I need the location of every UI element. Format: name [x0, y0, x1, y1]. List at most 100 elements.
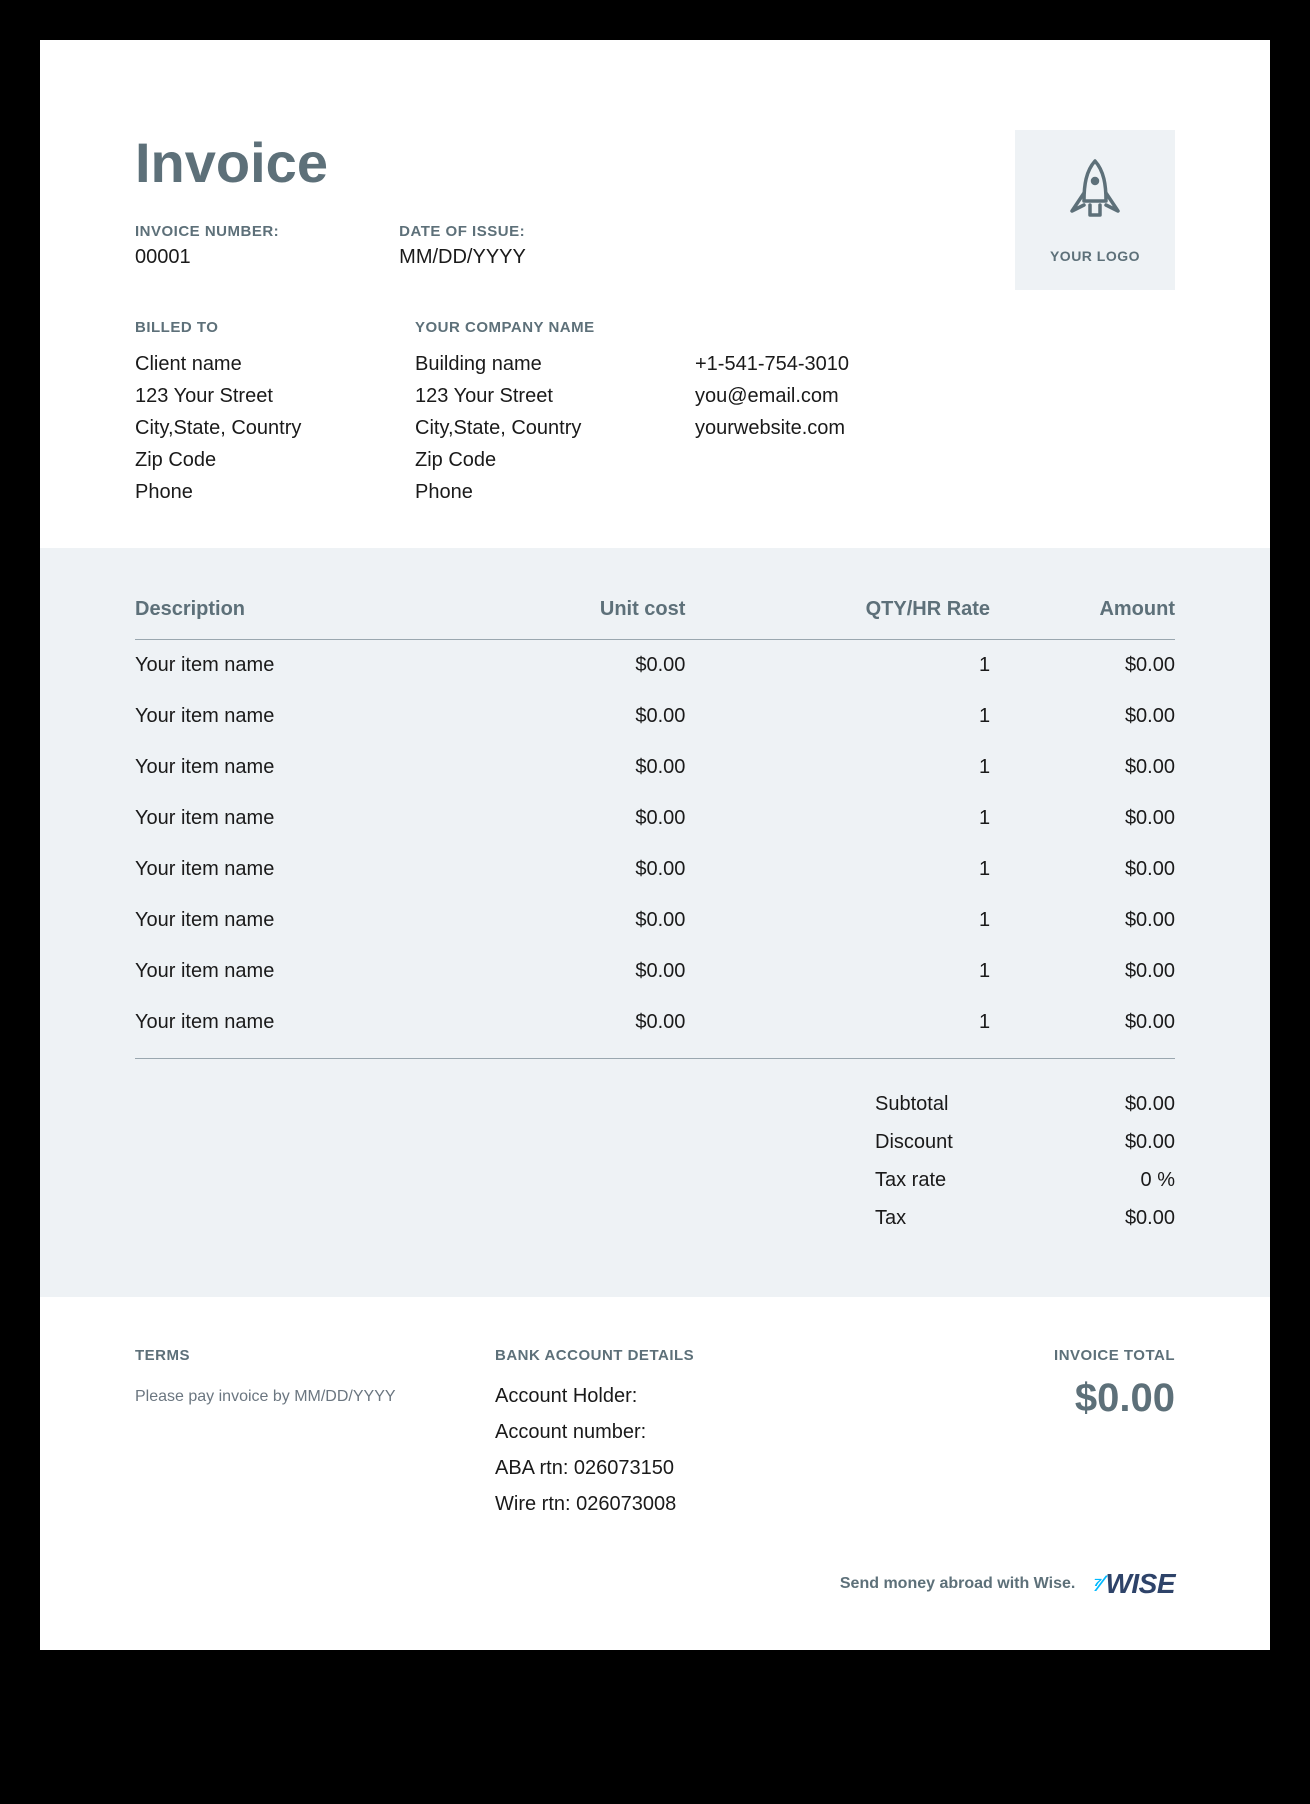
billed-to-l3: City,State, Country [135, 412, 355, 444]
item-amount: $0.00 [990, 691, 1175, 742]
tax-value: $0.00 [1055, 1199, 1175, 1237]
invoice-total-label: INVOICE TOTAL [855, 1347, 1175, 1364]
taxrate-value: 0 % [1055, 1161, 1175, 1199]
table-header-row: Description Unit cost QTY/HR Rate Amount [135, 598, 1175, 640]
totals-block: Subtotal $0.00 Discount $0.00 Tax rate 0… [135, 1085, 1175, 1237]
table-row: Your item name$0.001$0.00 [135, 844, 1175, 895]
discount-value: $0.00 [1055, 1123, 1175, 1161]
taxrate-label: Tax rate [875, 1161, 1055, 1199]
invoice-total-value: $0.00 [855, 1376, 1175, 1421]
date-block: DATE OF ISSUE: MM/DD/YYYY [399, 223, 526, 269]
subtotal-row: Subtotal $0.00 [135, 1085, 1175, 1123]
terms-label: TERMS [135, 1347, 455, 1364]
terms-column: TERMS Please pay invoice by MM/DD/YYYY [135, 1347, 455, 1520]
bank-label: BANK ACCOUNT DETAILS [495, 1347, 815, 1364]
company-l2: 123 Your Street [415, 380, 635, 412]
subtotal-value: $0.00 [1055, 1085, 1175, 1123]
items-section: Description Unit cost QTY/HR Rate Amount… [40, 548, 1270, 1297]
billed-to-l4: Zip Code [135, 444, 355, 476]
logo-caption: YOUR LOGO [1050, 248, 1140, 264]
item-unit: $0.00 [476, 946, 685, 997]
item-amount: $0.00 [990, 895, 1175, 946]
item-desc: Your item name [135, 793, 476, 844]
item-unit: $0.00 [476, 895, 685, 946]
logo-placeholder: YOUR LOGO [1015, 130, 1175, 290]
terms-text: Please pay invoice by MM/DD/YYYY [135, 1388, 455, 1406]
item-unit: $0.00 [476, 640, 685, 692]
wise-wordmark: WISE [1105, 1568, 1175, 1600]
billed-to-l2: 123 Your Street [135, 380, 355, 412]
contact-column: +1-541-754-3010 you@email.com yourwebsit… [695, 319, 915, 508]
contact-phone: +1-541-754-3010 [695, 348, 915, 380]
bank-holder: Account Holder: [495, 1380, 815, 1412]
table-row: Your item name$0.001$0.00 [135, 946, 1175, 997]
item-qty: 1 [685, 997, 990, 1048]
company-l1: Building name [415, 348, 635, 380]
item-qty: 1 [685, 895, 990, 946]
invoice-page: Invoice INVOICE NUMBER: 00001 DATE OF IS… [40, 40, 1270, 1650]
item-qty: 1 [685, 640, 990, 692]
billed-to-l5: Phone [135, 476, 355, 508]
item-amount: $0.00 [990, 793, 1175, 844]
col-unit-cost: Unit cost [476, 598, 685, 640]
col-description: Description [135, 598, 476, 640]
billed-to-label: BILLED TO [135, 319, 355, 336]
addresses: BILLED TO Client name 123 Your Street Ci… [135, 319, 1175, 508]
item-amount: $0.00 [990, 844, 1175, 895]
wise-tagline: Send money abroad with Wise. [840, 1575, 1075, 1593]
item-desc: Your item name [135, 844, 476, 895]
company-l3: City,State, Country [415, 412, 635, 444]
bank-aba: ABA rtn: 026073150 [495, 1452, 815, 1484]
wise-logo: ⁷⁄ WISE [1093, 1568, 1175, 1600]
item-desc: Your item name [135, 895, 476, 946]
bank-number: Account number: [495, 1416, 815, 1448]
tax-label: Tax [875, 1199, 1055, 1237]
item-desc: Your item name [135, 946, 476, 997]
items-table: Description Unit cost QTY/HR Rate Amount… [135, 598, 1175, 1048]
contact-web: yourwebsite.com [695, 412, 915, 444]
item-amount: $0.00 [990, 742, 1175, 793]
col-qty: QTY/HR Rate [685, 598, 990, 640]
item-qty: 1 [685, 844, 990, 895]
item-desc: Your item name [135, 742, 476, 793]
invoice-number-value: 00001 [135, 246, 279, 269]
item-amount: $0.00 [990, 640, 1175, 692]
date-label: DATE OF ISSUE: [399, 223, 526, 240]
wise-row: Send money abroad with Wise. ⁷⁄ WISE [40, 1560, 1270, 1650]
company-label: YOUR COMPANY NAME [415, 319, 635, 336]
item-unit: $0.00 [476, 844, 685, 895]
invoice-number-label: INVOICE NUMBER: [135, 223, 279, 240]
item-unit: $0.00 [476, 691, 685, 742]
company-l5: Phone [415, 476, 635, 508]
item-qty: 1 [685, 946, 990, 997]
item-unit: $0.00 [476, 742, 685, 793]
company-l4: Zip Code [415, 444, 635, 476]
item-unit: $0.00 [476, 997, 685, 1048]
discount-label: Discount [875, 1123, 1055, 1161]
table-row: Your item name$0.001$0.00 [135, 997, 1175, 1048]
wise-flag-icon: ⁷⁄ [1093, 1571, 1099, 1597]
company-column: YOUR COMPANY NAME Building name 123 Your… [415, 319, 635, 508]
subtotal-label: Subtotal [875, 1085, 1055, 1123]
date-value: MM/DD/YYYY [399, 246, 526, 269]
footer: TERMS Please pay invoice by MM/DD/YYYY B… [40, 1297, 1270, 1560]
invoice-total-column: INVOICE TOTAL $0.00 [855, 1347, 1175, 1520]
col-amount: Amount [990, 598, 1175, 640]
rocket-icon [1064, 157, 1126, 248]
table-row: Your item name$0.001$0.00 [135, 742, 1175, 793]
table-row: Your item name$0.001$0.00 [135, 895, 1175, 946]
table-row: Your item name$0.001$0.00 [135, 640, 1175, 692]
item-qty: 1 [685, 742, 990, 793]
item-unit: $0.00 [476, 793, 685, 844]
totals-divider [135, 1058, 1175, 1059]
item-desc: Your item name [135, 640, 476, 692]
item-desc: Your item name [135, 691, 476, 742]
item-desc: Your item name [135, 997, 476, 1048]
discount-row: Discount $0.00 [135, 1123, 1175, 1161]
contact-email: you@email.com [695, 380, 915, 412]
billed-to-column: BILLED TO Client name 123 Your Street Ci… [135, 319, 355, 508]
item-qty: 1 [685, 793, 990, 844]
billed-to-l1: Client name [135, 348, 355, 380]
item-amount: $0.00 [990, 946, 1175, 997]
table-row: Your item name$0.001$0.00 [135, 793, 1175, 844]
